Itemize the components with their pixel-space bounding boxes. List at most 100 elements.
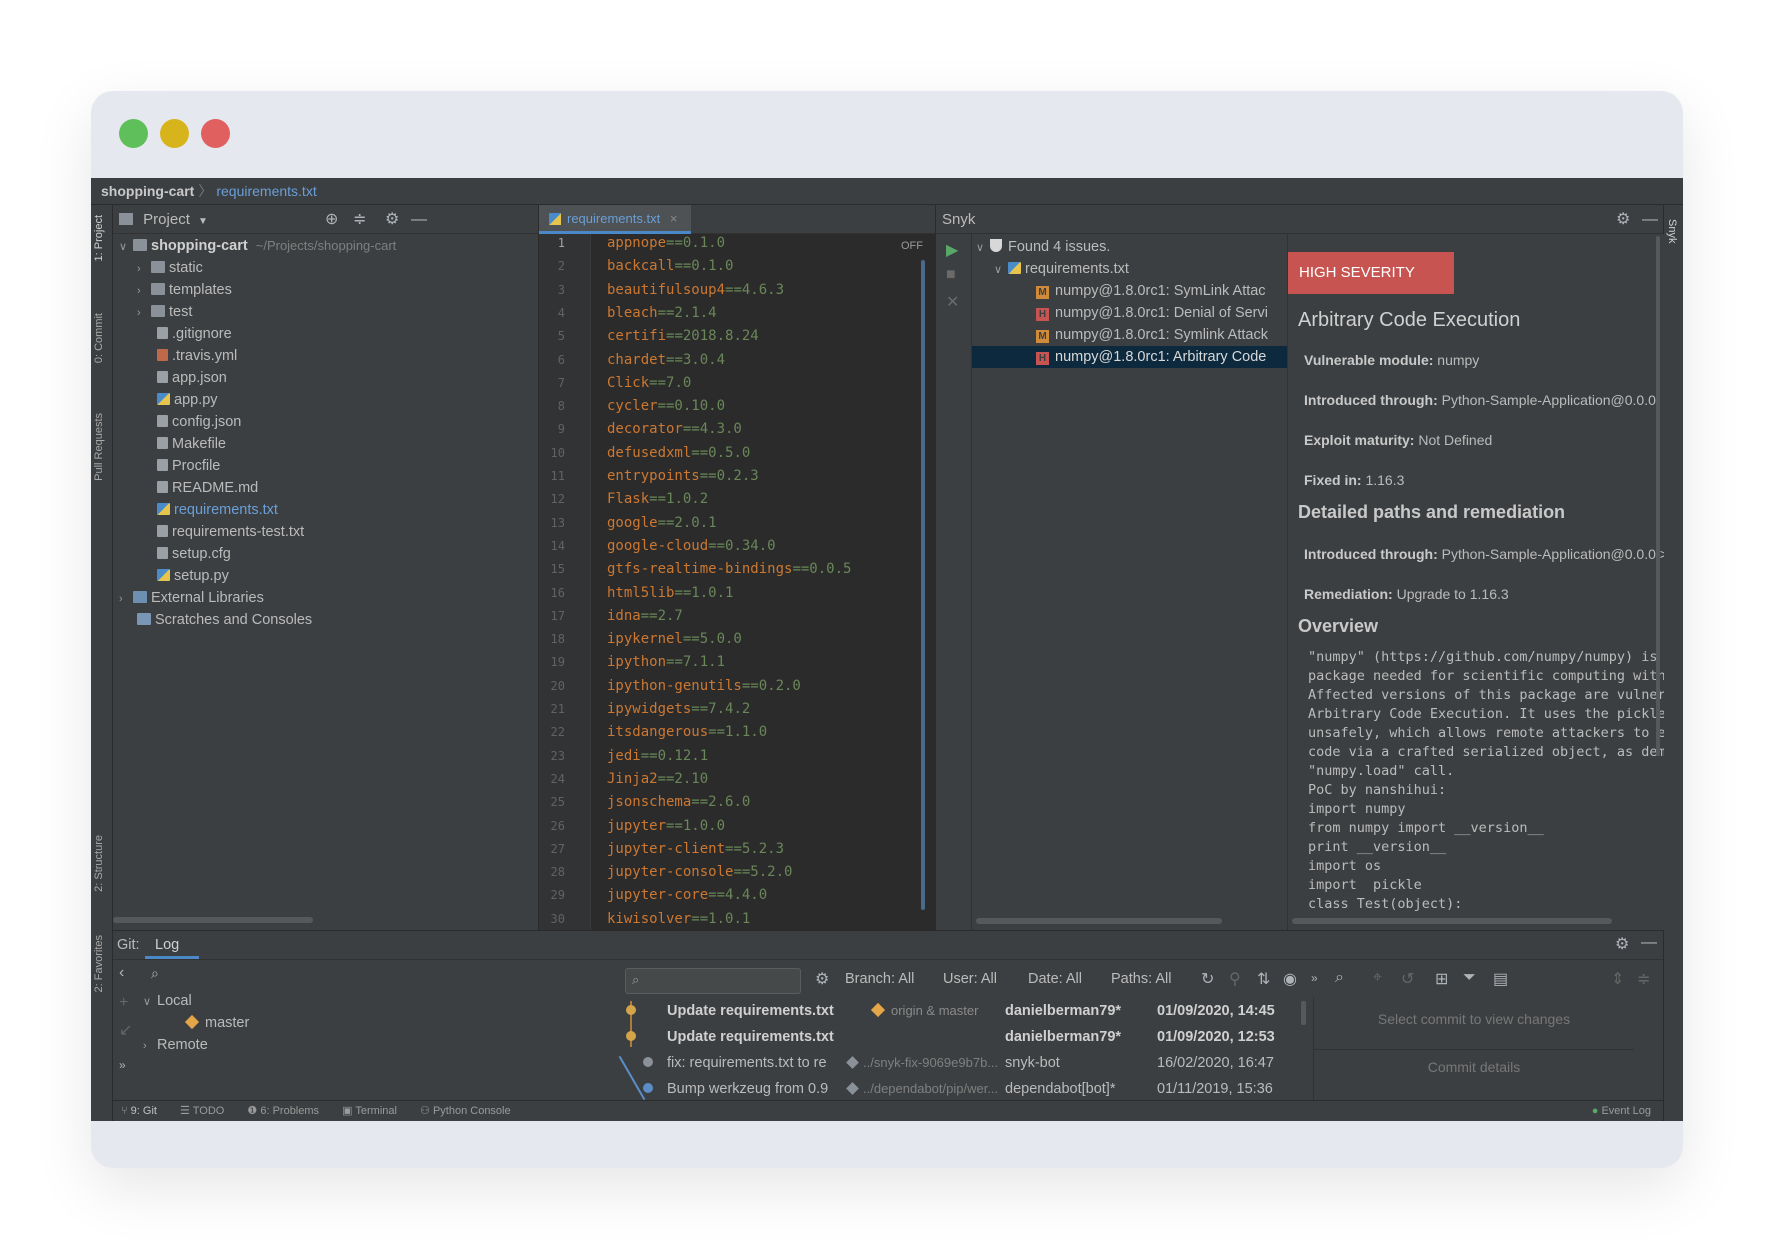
tree-external-libraries[interactable]: › External Libraries [119, 587, 264, 609]
tool-tab-structure[interactable]: 2: Structure [93, 835, 105, 892]
chevron-down-icon[interactable]: ▼ [198, 216, 208, 227]
tool-tab-pull-requests[interactable]: Pull Requests [93, 413, 105, 481]
tool-tab-project[interactable]: 1: Project [93, 215, 105, 261]
chevron-right-icon[interactable]: › [143, 1035, 157, 1057]
add-icon[interactable]: + [119, 994, 128, 1012]
chevron-right-icon[interactable]: › [137, 302, 151, 324]
snyk-issue[interactable]: Mnumpy@1.8.0rc1: Symlink Attack [1036, 324, 1268, 346]
status-git[interactable]: 9: Git [131, 1105, 157, 1117]
code-line[interactable]: kiwisolver==1.0.1 [607, 911, 750, 927]
search-icon[interactable]: ⌕ [151, 965, 159, 982]
tree-file[interactable]: Procfile [157, 455, 220, 477]
code-line[interactable]: jsonschema==2.6.0 [607, 794, 750, 810]
traffic-light-green[interactable] [119, 119, 148, 148]
project-panel-title[interactable]: Project [143, 211, 190, 228]
code-line[interactable]: decorator==4.3.0 [607, 421, 742, 437]
off-toggle[interactable]: OFF [901, 240, 923, 252]
code-line[interactable]: certifi==2018.8.24 [607, 328, 759, 344]
collapse-all-icon[interactable]: ≑ [353, 205, 366, 234]
undo-icon[interactable]: ↺ [1401, 969, 1414, 989]
vertical-scrollbar[interactable] [1656, 236, 1660, 756]
commit-message[interactable]: Update requirements.txt [667, 998, 834, 1024]
tab-log[interactable]: Log [155, 937, 179, 953]
gear-icon[interactable]: ⚙ [815, 969, 829, 989]
clear-icon[interactable]: ✕ [946, 292, 959, 312]
traffic-light-yellow[interactable] [160, 119, 189, 148]
tree-file-selected[interactable]: requirements.txt [157, 499, 278, 521]
code-line[interactable]: cycler==0.10.0 [607, 398, 725, 414]
code-line[interactable]: ipython-genutils==0.2.0 [607, 678, 801, 694]
code-line[interactable]: jupyter==1.0.0 [607, 818, 725, 834]
code-line[interactable]: jupyter-console==5.2.0 [607, 864, 792, 880]
code-line[interactable]: beautifulsoup4==4.6.3 [607, 282, 784, 298]
run-icon[interactable]: ▶ [946, 240, 958, 260]
gear-icon[interactable]: ⚙ [385, 205, 399, 234]
back-icon[interactable]: ‹ [119, 964, 124, 982]
commit-tag[interactable]: ../snyk-fix-9069e9b7b... [846, 1050, 998, 1076]
minimize-icon[interactable]: — [1642, 205, 1658, 234]
horizontal-scrollbar[interactable] [976, 918, 1222, 924]
tree-folder-static[interactable]: › static [137, 257, 203, 279]
code-line[interactable]: idna==2.7 [607, 608, 683, 624]
branch-local[interactable]: ∨ Local [143, 990, 192, 1012]
code-line[interactable]: itsdangerous==1.1.0 [607, 724, 767, 740]
cherry-pick-icon[interactable]: ⚲ [1229, 969, 1241, 989]
status-todo[interactable]: TODO [193, 1105, 225, 1117]
minimize-icon[interactable]: — [1641, 934, 1657, 952]
code-line[interactable]: backcall==0.1.0 [607, 258, 733, 274]
pin-icon[interactable]: ⌖ [1373, 969, 1382, 987]
refresh-icon[interactable]: ↻ [1201, 969, 1214, 989]
tree-file[interactable]: setup.cfg [157, 543, 231, 565]
fetch-icon[interactable]: ↙ [119, 1020, 132, 1040]
filter-date[interactable]: Date: All [1028, 971, 1082, 987]
code-line[interactable]: chardet==3.0.4 [607, 352, 725, 368]
collapse-all-icon[interactable]: ≑ [1637, 969, 1650, 989]
tree-file[interactable]: .travis.yml [157, 345, 237, 367]
status-problems[interactable]: 6: Problems [260, 1105, 319, 1117]
status-terminal[interactable]: Terminal [355, 1105, 397, 1117]
gear-icon[interactable]: ⚙ [1615, 934, 1629, 954]
expand-all-icon[interactable]: ⇕ [1611, 969, 1624, 989]
snyk-summary[interactable]: ∨ Found 4 issues. [976, 236, 1110, 258]
commit-tag[interactable]: ../dependabot/pip/wer... [846, 1076, 998, 1102]
gear-icon[interactable]: ⚙ [1616, 205, 1630, 234]
tool-tab-commit[interactable]: 0: Commit [93, 313, 105, 363]
breadcrumb-file[interactable]: requirements.txt [216, 183, 316, 199]
tree-file[interactable]: app.json [157, 367, 227, 389]
group-icon[interactable]: ⊞ [1435, 969, 1448, 989]
tree-root[interactable]: ∨ shopping-cart ~/Projects/shopping-cart [119, 235, 396, 257]
filter-user[interactable]: User: All [943, 971, 997, 987]
chevron-down-icon[interactable]: ∨ [143, 991, 157, 1013]
code-line[interactable]: html5lib==1.0.1 [607, 585, 733, 601]
preview-icon[interactable]: ▤ [1493, 969, 1508, 989]
code-line[interactable]: ipykernel==5.0.0 [607, 631, 742, 647]
tree-file[interactable]: app.py [157, 389, 218, 411]
code-line[interactable]: bleach==2.1.4 [607, 305, 717, 321]
eye-icon[interactable]: ◉ [1283, 969, 1297, 989]
snyk-issue[interactable]: Mnumpy@1.8.0rc1: SymLink Attac [1036, 280, 1266, 302]
commit-message[interactable]: fix: requirements.txt to re [667, 1050, 827, 1076]
tool-tab-snyk[interactable]: Snyk [1666, 219, 1678, 243]
locate-icon[interactable]: ⊕ [325, 205, 338, 234]
code-line[interactable]: defusedxml==0.5.0 [607, 445, 750, 461]
snyk-issue[interactable]: Hnumpy@1.8.0rc1: Denial of Servi [1036, 302, 1268, 324]
search-icon[interactable]: ⌕ [1335, 969, 1344, 987]
branch-remote[interactable]: › Remote [143, 1034, 208, 1056]
filter-icon[interactable]: ⏷ [1463, 969, 1476, 987]
chevron-down-icon[interactable]: ∨ [976, 237, 990, 259]
sort-icon[interactable]: ⇅ [1257, 969, 1270, 989]
stop-icon[interactable]: ■ [946, 266, 956, 284]
tree-folder-test[interactable]: › test [137, 301, 192, 323]
horizontal-scrollbar[interactable] [113, 917, 313, 923]
event-log-button[interactable]: ● Event Log [1592, 1101, 1651, 1121]
tool-tab-favorites[interactable]: 2: Favorites [93, 935, 105, 992]
snyk-file-node[interactable]: ∨ requirements.txt [994, 258, 1129, 280]
breadcrumb-project[interactable]: shopping-cart [101, 183, 194, 199]
snyk-issue-selected[interactable]: Hnumpy@1.8.0rc1: Arbitrary Code [1036, 346, 1266, 368]
chevron-down-icon[interactable]: ∨ [994, 259, 1008, 281]
filter-branch[interactable]: Branch: All [845, 971, 914, 987]
log-search-input[interactable]: ⌕ [625, 968, 801, 994]
code-line[interactable]: appnope==0.1.0 [607, 235, 725, 251]
vertical-scrollbar[interactable] [1301, 1001, 1306, 1025]
close-icon[interactable]: × [670, 211, 678, 226]
